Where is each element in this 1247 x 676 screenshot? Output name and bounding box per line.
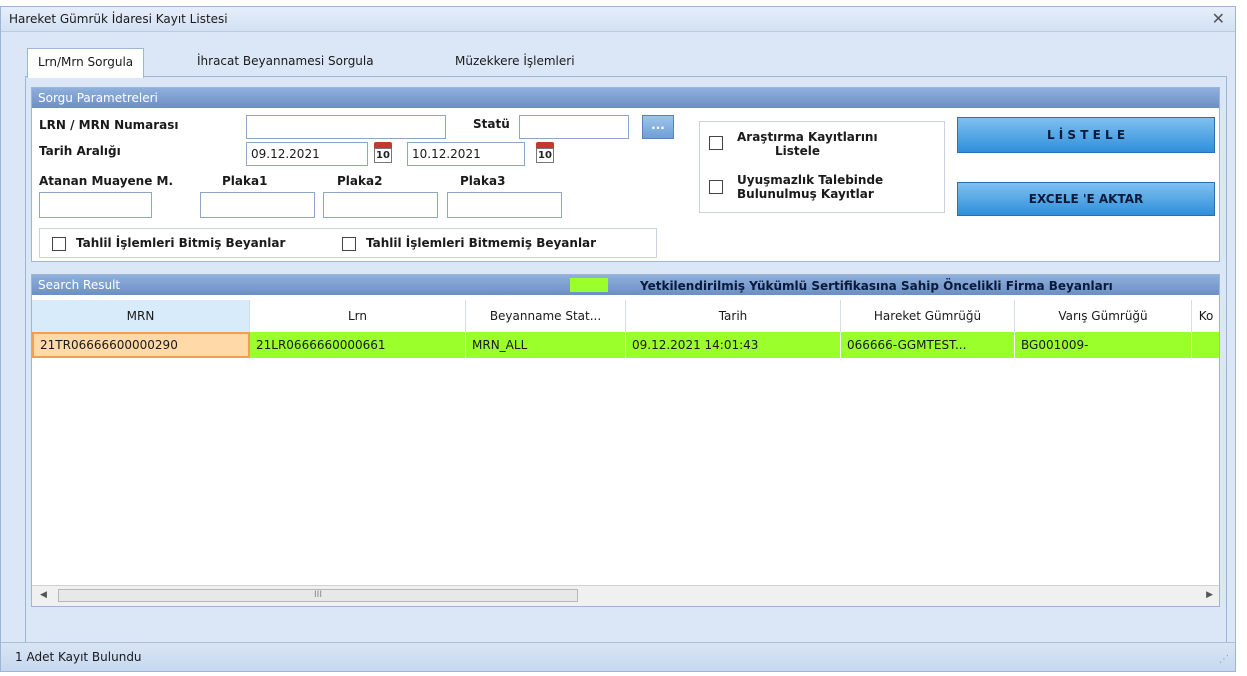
column-header-lrn[interactable]: Lrn	[250, 300, 466, 332]
arastirma-label-2: Listele	[775, 144, 821, 158]
status-bar: 1 Adet Kayıt Bulundu ⋰	[1, 642, 1235, 671]
lrn-input[interactable]	[246, 115, 446, 139]
uyusmazlik-label: Uyuşmazlık Talebinde	[737, 173, 884, 187]
tahlil-bitmis-label: Tahlil İşlemleri Bitmiş Beyanlar	[76, 236, 286, 250]
search-result-group: Search Result Yetkilendirilmiş Yükümlü S…	[31, 274, 1220, 607]
plaka1-input[interactable]	[200, 192, 315, 218]
table-row[interactable]: 21TR06666600000290 21LR0666660000661 MRN…	[32, 332, 1219, 358]
title-bar: Hareket Gümrük İdaresi Kayıt Listesi ✕	[1, 7, 1235, 32]
grid-header: MRN Lrn Beyanname Stat... Tarih Hareket …	[32, 300, 1219, 333]
date-from-input[interactable]: 09.12.2021	[246, 142, 368, 166]
tab-lrn-mrn-sorgula[interactable]: Lrn/Mrn Sorgula	[27, 48, 145, 78]
plaka2-label: Plaka2	[337, 174, 383, 188]
column-header-ko[interactable]: Ko	[1192, 300, 1219, 332]
uyusmazlik-checkbox[interactable]	[709, 180, 723, 194]
column-header-hareket-gumrugu[interactable]: Hareket Gümrüğü	[841, 300, 1015, 332]
resize-grip-icon[interactable]: ⋰	[1219, 654, 1229, 665]
record-count-text: 1 Adet Kayıt Bulundu	[15, 650, 142, 664]
plaka3-input[interactable]	[447, 192, 562, 218]
cell-ko[interactable]	[1192, 332, 1219, 358]
listele-button[interactable]: L İ S T E L E	[957, 117, 1215, 153]
statu-input[interactable]	[519, 115, 629, 139]
tahlil-bitmemis-checkbox[interactable]	[342, 237, 356, 251]
tahlil-filter-box: Tahlil İşlemleri Bitmiş Beyanlar Tahlil …	[39, 228, 657, 258]
scroll-thumb[interactable]: III	[58, 589, 578, 602]
excel-export-button[interactable]: EXCELE 'E AKTAR	[957, 182, 1215, 216]
cell-hareket-gumrugu[interactable]: 066666-GGMTEST...	[841, 332, 1015, 358]
statu-label: Statü	[473, 117, 510, 131]
atanan-muayene-label: Atanan Muayene M.	[39, 174, 174, 188]
calendar-icon[interactable]: 10	[372, 142, 394, 164]
column-header-mrn[interactable]: MRN	[32, 300, 250, 332]
search-result-title: Search Result	[38, 278, 121, 292]
plaka3-label: Plaka3	[460, 174, 506, 188]
cell-varis-gumrugu[interactable]: BG001009-	[1015, 332, 1192, 358]
calendar-icon[interactable]: 10	[534, 142, 556, 164]
plaka1-label: Plaka1	[222, 174, 268, 188]
plaka2-input[interactable]	[323, 192, 438, 218]
lrn-label: LRN / MRN Numarası	[39, 118, 179, 132]
window-title: Hareket Gümrük İdaresi Kayıt Listesi	[9, 12, 228, 26]
main-window: Hareket Gümrük İdaresi Kayıt Listesi ✕ L…	[0, 6, 1236, 672]
legend-swatch	[570, 278, 608, 292]
params-header: Sorgu Parametreleri	[32, 88, 1219, 108]
tahlil-bitmis-checkbox[interactable]	[52, 237, 66, 251]
legend-label: Yetkilendirilmiş Yükümlü Sertifikasına S…	[640, 279, 1113, 293]
tahlil-bitmemis-label: Tahlil İşlemleri Bitmemiş Beyanlar	[366, 236, 597, 250]
cell-tarih[interactable]: 09.12.2021 14:01:43	[626, 332, 841, 358]
arastirma-label: Araştırma Kayıtlarını	[737, 130, 878, 144]
column-header-beyanname-statu[interactable]: Beyanname Stat...	[466, 300, 626, 332]
horizontal-scrollbar[interactable]: ◀ III ▶	[32, 585, 1219, 606]
date-to-input[interactable]: 10.12.2021	[407, 142, 525, 166]
special-filter-box: Araştırma Kayıtlarını Listele Uyuşmazlık…	[699, 121, 945, 213]
tab-muzekkere-islemleri[interactable]: Müzekkere İşlemleri	[445, 48, 585, 76]
cell-lrn[interactable]: 21LR0666660000661	[250, 332, 466, 358]
column-header-tarih[interactable]: Tarih	[626, 300, 841, 332]
cell-mrn[interactable]: 21TR06666600000290	[32, 332, 250, 358]
scroll-right-icon[interactable]: ▶	[1206, 590, 1213, 600]
cell-beyanname-statu[interactable]: MRN_ALL	[466, 332, 626, 358]
atanan-muayene-input[interactable]	[39, 192, 152, 218]
scroll-left-icon[interactable]: ◀	[40, 590, 47, 600]
column-header-varis-gumrugu[interactable]: Varış Gümrüğü	[1015, 300, 1192, 332]
tab-ihracat-beyannamesi-sorgula[interactable]: İhracat Beyannamesi Sorgula	[187, 48, 384, 76]
statu-picker-button[interactable]: ...	[642, 115, 674, 139]
date-range-label: Tarih Aralığı	[39, 144, 121, 158]
close-icon[interactable]: ✕	[1212, 9, 1225, 28]
arastirma-checkbox[interactable]	[709, 136, 723, 150]
uyusmazlik-label-2: Bulunulmuş Kayıtlar	[737, 187, 874, 201]
params-group: Sorgu Parametreleri LRN / MRN Numarası S…	[31, 87, 1220, 262]
tab-panel: Sorgu Parametreleri LRN / MRN Numarası S…	[25, 76, 1227, 646]
